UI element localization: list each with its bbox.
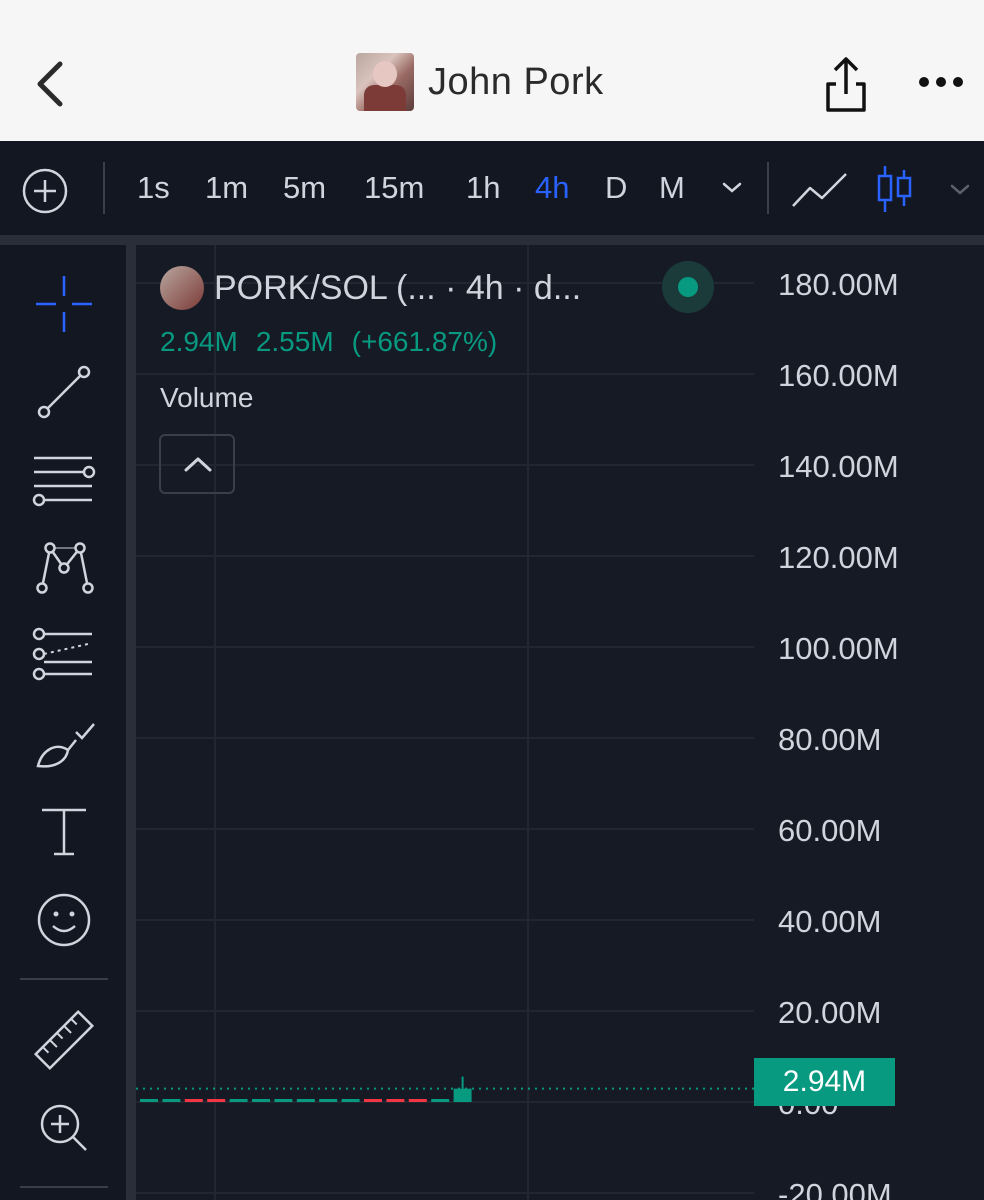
volume-bar bbox=[453, 1088, 472, 1102]
pane-separator bbox=[126, 245, 136, 1200]
chevron-down-icon[interactable] bbox=[720, 178, 744, 198]
legend-values: 2.94M 2.55M (+661.87%) bbox=[160, 326, 497, 358]
last-value-label: 2.94M bbox=[754, 1058, 895, 1106]
indicator-label[interactable]: Volume bbox=[160, 382, 253, 414]
y-axis-tick-label: 140.00M bbox=[778, 449, 899, 484]
candlestick-chart-icon[interactable] bbox=[874, 164, 914, 214]
token-avatar bbox=[160, 266, 204, 310]
token-name: John Pork bbox=[428, 60, 604, 103]
collapse-legend-button[interactable] bbox=[159, 434, 235, 494]
volume-bar bbox=[408, 1099, 427, 1102]
y-axis-tick-label: 180.00M bbox=[778, 267, 899, 302]
y-axis-tick-label: 160.00M bbox=[778, 358, 899, 393]
y-axis-tick-label: 60.00M bbox=[778, 813, 881, 848]
timeframe-d[interactable]: D bbox=[605, 170, 627, 206]
chevron-left-icon[interactable] bbox=[30, 58, 70, 110]
y-axis-tick-label: -20.00M bbox=[778, 1177, 892, 1200]
timeframe-m[interactable]: M bbox=[659, 170, 685, 206]
volume-bar bbox=[207, 1099, 226, 1102]
volume-bar bbox=[162, 1099, 181, 1102]
y-axis-tick-label: 40.00M bbox=[778, 904, 881, 939]
volume-bar bbox=[319, 1099, 338, 1102]
toolbar-divider bbox=[20, 978, 108, 980]
timeframe-1m[interactable]: 1m bbox=[205, 170, 248, 206]
volume-value: 2.94M bbox=[160, 326, 238, 357]
volume-bar bbox=[140, 1099, 158, 1102]
timeframe-4h[interactable]: 4h bbox=[535, 170, 569, 206]
zoom-in-icon[interactable] bbox=[32, 1096, 96, 1160]
ruler-icon[interactable] bbox=[32, 1008, 96, 1072]
timeframe-15m[interactable]: 15m bbox=[364, 170, 424, 206]
y-axis-tick-label: 80.00M bbox=[778, 722, 881, 757]
toolbar-divider bbox=[20, 1186, 108, 1188]
text-tool-icon[interactable] bbox=[32, 800, 96, 864]
volume-change-pct: (+661.87%) bbox=[351, 326, 498, 357]
toolbar-divider bbox=[103, 162, 105, 214]
y-axis-tick-label: 20.00M bbox=[778, 995, 881, 1030]
market-status-dot[interactable] bbox=[662, 261, 714, 313]
emoji-icon[interactable] bbox=[32, 888, 96, 952]
line-chart-icon[interactable] bbox=[790, 168, 850, 210]
volume-change: 2.55M bbox=[255, 326, 334, 357]
volume-bar bbox=[341, 1099, 360, 1102]
brush-icon[interactable] bbox=[32, 712, 96, 776]
add-indicator-icon[interactable] bbox=[20, 166, 70, 216]
pane-separator bbox=[0, 235, 984, 245]
trend-line-icon[interactable] bbox=[32, 360, 96, 424]
share-icon[interactable] bbox=[822, 54, 870, 114]
chart-legend: PORK/SOL (... · 4h · d... bbox=[160, 266, 581, 310]
chart-pane[interactable]: 180.00M 160.00M 140.00M 120.00M 100.00M 80.00… bbox=[136, 245, 984, 1200]
pattern-tool-icon[interactable] bbox=[32, 534, 96, 598]
volume-bar bbox=[184, 1099, 203, 1102]
symbol-title[interactable]: PORK/SOL (... · 4h · d... bbox=[214, 269, 581, 308]
volume-bar bbox=[386, 1099, 405, 1102]
nav-title: John Pork bbox=[356, 52, 604, 112]
volume-bar bbox=[296, 1099, 315, 1102]
y-axis-tick-label: 100.00M bbox=[778, 631, 899, 666]
token-avatar bbox=[356, 53, 414, 111]
timeframe-5m[interactable]: 5m bbox=[283, 170, 326, 206]
volume-bar bbox=[431, 1099, 450, 1102]
toolbar-divider bbox=[767, 162, 769, 214]
parallel-lines-icon[interactable] bbox=[32, 446, 96, 510]
forecast-tool-icon[interactable] bbox=[32, 622, 96, 686]
volume-bar bbox=[364, 1099, 382, 1102]
volume-bar bbox=[252, 1099, 270, 1102]
more-horizontal-icon[interactable] bbox=[918, 72, 964, 92]
crosshair-icon[interactable] bbox=[32, 272, 96, 336]
chevron-down-icon[interactable] bbox=[948, 180, 972, 200]
top-nav-bar: John Pork bbox=[0, 0, 984, 141]
chevron-up-icon bbox=[184, 457, 212, 472]
volume-bar bbox=[229, 1099, 248, 1102]
y-axis-tick-label: 120.00M bbox=[778, 540, 899, 575]
timeframe-1s[interactable]: 1s bbox=[137, 170, 170, 206]
timeframe-1h[interactable]: 1h bbox=[466, 170, 500, 206]
volume-bar bbox=[274, 1099, 293, 1102]
volume-chart: 180.00M 160.00M 140.00M 120.00M 100.00M 80.00… bbox=[136, 245, 899, 1200]
